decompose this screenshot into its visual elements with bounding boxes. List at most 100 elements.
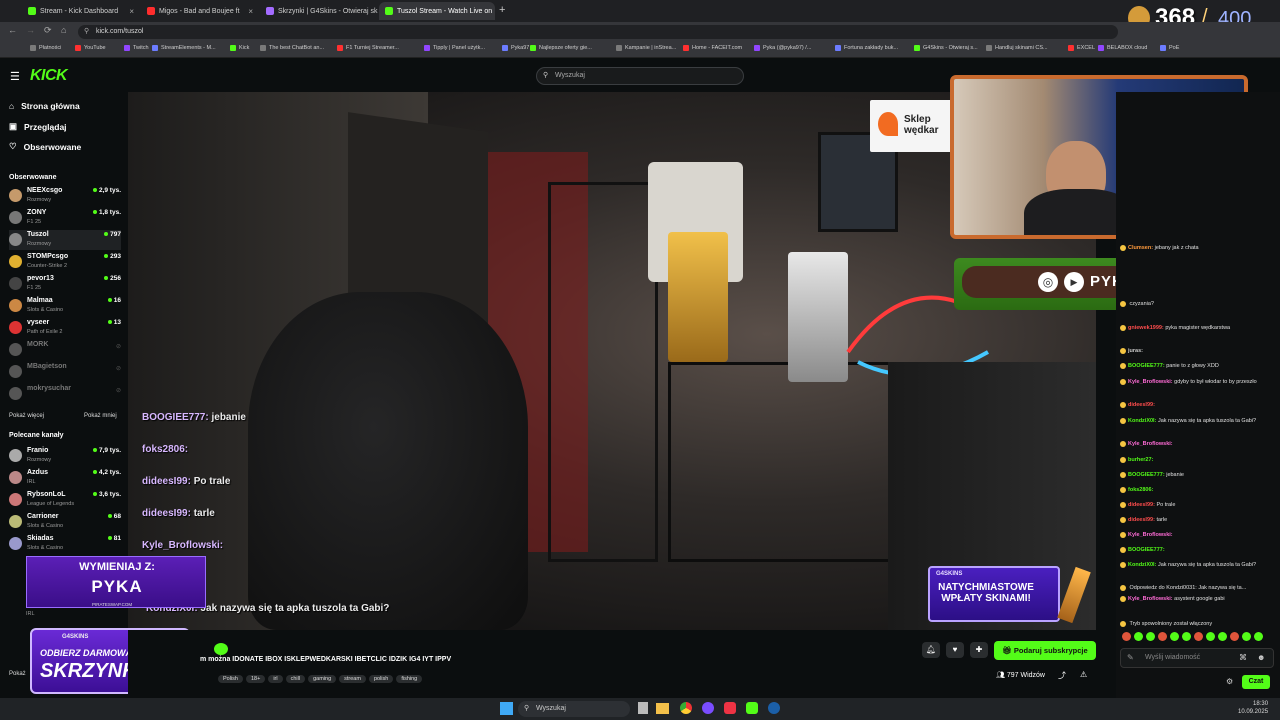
- new-tab-button[interactable]: +: [499, 4, 505, 16]
- browser-tab[interactable]: Stream - Kick Dashboard ×: [22, 2, 140, 20]
- sidebar-channel-vyseer[interactable]: vyseer Path of Exile 2 13: [9, 318, 121, 338]
- stream-tag[interactable]: fishing: [396, 675, 423, 683]
- bookmark-item[interactable]: PoE: [1160, 45, 1179, 51]
- emote-icon[interactable]: [1134, 632, 1143, 641]
- chat-username[interactable]: dideesI99:: [1128, 402, 1155, 408]
- chat-username[interactable]: BOOGIEE777:: [1128, 547, 1165, 553]
- emote-icon[interactable]: [1230, 632, 1239, 641]
- bookmark-item[interactable]: StreamElements - M...: [152, 45, 216, 51]
- bookmark-item[interactable]: F1 Turniej Streamer...: [337, 45, 399, 51]
- close-icon[interactable]: ×: [248, 7, 253, 16]
- emote-icon[interactable]: [1146, 632, 1155, 641]
- chat-username[interactable]: KondziX0I:: [1128, 418, 1156, 424]
- bookmark-item[interactable]: YouTube: [75, 45, 106, 51]
- stream-tag[interactable]: 18+: [245, 675, 266, 683]
- bookmark-item[interactable]: Tipply | Panel użytk...: [424, 45, 485, 51]
- stream-tag[interactable]: chill: [285, 675, 306, 683]
- sidebar-channel-tuszol[interactable]: Tuszol Rozmowy 797: [9, 230, 121, 250]
- chat-username[interactable]: dideesI99:: [1128, 517, 1155, 523]
- sidebar-channel-rybsonlol[interactable]: RybsonLoL League of Legends 3,6 tys.: [9, 490, 121, 510]
- chat-username[interactable]: KondziX0I:: [1128, 562, 1156, 568]
- sidebar-channel-pevor13[interactable]: pevor13 F1 25 256: [9, 274, 121, 294]
- bookmark-item[interactable]: Home - FACEIT.com: [683, 45, 742, 51]
- task-view-icon[interactable]: [638, 702, 648, 714]
- site-info-icon[interactable]: ⚲: [84, 25, 89, 39]
- emoji-icon[interactable]: ☻: [1257, 653, 1265, 662]
- emote-icon[interactable]: [1182, 632, 1191, 641]
- chat-username[interactable]: Kyle_Broflowski:: [1128, 379, 1173, 385]
- sidebar-channel-skiadas[interactable]: Skiadas Slots & Casino 81: [9, 534, 121, 554]
- sidebar-channel-mork[interactable]: MORK ⊘: [9, 340, 121, 360]
- chat-username[interactable]: Kyle_Broflowski:: [1128, 596, 1173, 602]
- chat-username[interactable]: foks2806:: [1128, 487, 1153, 493]
- chat-username[interactable]: burher27:: [1128, 457, 1153, 463]
- bookmark-item[interactable]: Kick: [230, 45, 249, 51]
- sidebar-channel-mbagietson[interactable]: MBagietson ⊘: [9, 362, 121, 382]
- chat-username[interactable]: juras:: [1128, 348, 1143, 354]
- url-field[interactable]: ⚲ kick.com/tuszol: [78, 25, 1118, 39]
- chat-send-button[interactable]: Czat: [1242, 675, 1270, 689]
- steam-icon[interactable]: [768, 702, 780, 714]
- gift-sub-button[interactable]: 🎁︎ Podaruj subskrypcje: [994, 641, 1096, 660]
- app-icon[interactable]: [702, 702, 714, 714]
- emote-icon[interactable]: [1218, 632, 1227, 641]
- heart-follow-icon[interactable]: ♥: [946, 642, 964, 658]
- chrome-icon[interactable]: [680, 702, 692, 714]
- search-input[interactable]: ⚲ Wyszukaj: [536, 67, 744, 85]
- browser-tab[interactable]: Skrzynki | G4Skins - Otwieraj sk ×: [260, 2, 378, 20]
- forward-icon[interactable]: →: [26, 25, 35, 35]
- chat-username[interactable]: Clumsen:: [1128, 245, 1153, 251]
- stream-tag[interactable]: stream: [339, 675, 366, 683]
- nav-home[interactable]: ⌂ Strona główna: [9, 101, 80, 111]
- bookmark-item[interactable]: Najlepsze oferty gie...: [530, 45, 592, 51]
- menu-icon[interactable]: ☰: [10, 70, 20, 83]
- kick-app-icon[interactable]: [746, 702, 758, 714]
- bookmark-item[interactable]: EXCEL: [1068, 45, 1095, 51]
- back-icon[interactable]: ←: [8, 25, 17, 35]
- chat-username[interactable]: BOOGIEE777:: [1128, 363, 1165, 369]
- windows-start-icon[interactable]: [500, 702, 513, 715]
- chat-username[interactable]: gniewek1999:: [1128, 325, 1164, 331]
- chat-username[interactable]: Kyle_Broflowski:: [1128, 441, 1173, 447]
- bookmark-item[interactable]: Pyka97: [502, 45, 529, 51]
- emote-icon[interactable]: [1206, 632, 1215, 641]
- nav-following[interactable]: ♡ Obserwowane: [9, 141, 81, 152]
- emote-icon[interactable]: [1158, 632, 1167, 641]
- share-icon[interactable]: ⤴: [1058, 670, 1066, 681]
- emote-icon[interactable]: [1194, 632, 1203, 641]
- bookmark-item[interactable]: Fortuna zakłady buk...: [835, 45, 898, 51]
- sidebar-channel-franio[interactable]: Franio Rozmowy 7,9 tys.: [9, 446, 121, 466]
- file-explorer-icon[interactable]: [656, 703, 669, 714]
- home-icon[interactable]: ⌂: [61, 25, 66, 35]
- report-icon[interactable]: ⚠: [1080, 670, 1087, 679]
- bookmark-item[interactable]: BELABOX cloud: [1098, 45, 1147, 51]
- notification-bell-icon[interactable]: 🔔︎: [922, 642, 940, 658]
- emote-icon[interactable]: [1122, 632, 1131, 641]
- clip-icon[interactable]: ✚: [970, 642, 988, 658]
- bookmark-item[interactable]: The best ChatBot an...: [260, 45, 324, 51]
- sidebar-channel-mokrysuchar[interactable]: mokrysuchar ⊘: [9, 384, 121, 404]
- chat-input[interactable]: ✎ Wyślij wiadomość ⌘ ☻: [1120, 648, 1274, 668]
- chat-username[interactable]: dideesI99:: [1128, 502, 1155, 508]
- emote-icon[interactable]: [1254, 632, 1263, 641]
- chat-settings-icon[interactable]: ⚙: [1226, 677, 1233, 686]
- bookmark-item[interactable]: Pyka (@pyka97) /...: [754, 45, 811, 51]
- bookmark-item[interactable]: Kampanie | inStrea...: [616, 45, 676, 51]
- taskbar-clock[interactable]: 18:30 10.09.2025: [1238, 700, 1268, 716]
- sidebar-channel-stompcsgo[interactable]: STOMPcsgo Counter-Strike 2 293: [9, 252, 121, 272]
- commands-icon[interactable]: ⌘: [1239, 653, 1247, 662]
- sidebar-channel-zony[interactable]: ZONY F1 25 1,8 tys.: [9, 208, 121, 228]
- chat-username[interactable]: BOOGIEE777:: [1128, 472, 1165, 478]
- stream-tag[interactable]: polish: [368, 675, 394, 683]
- emote-icon[interactable]: [1242, 632, 1251, 641]
- nav-browse[interactable]: ▣ Przeglądaj: [9, 121, 67, 132]
- emote-icon[interactable]: [1170, 632, 1179, 641]
- stream-tag[interactable]: irl: [268, 675, 283, 683]
- stream-tag[interactable]: gaming: [308, 675, 337, 683]
- browser-tab-active[interactable]: Tuszol Stream - Watch Live on ×: [379, 2, 495, 20]
- stream-tag[interactable]: Polish: [218, 675, 243, 683]
- sidebar-channel-azdus[interactable]: Azdus IRL 4,2 tys.: [9, 468, 121, 488]
- show-more-link[interactable]: Pokaż więcej: [9, 413, 44, 419]
- sidebar-channel-malmaa[interactable]: Malmaa Slots & Casino 16: [9, 296, 121, 316]
- bookmark-item[interactable]: G4Skins - Otwieraj s...: [914, 45, 978, 51]
